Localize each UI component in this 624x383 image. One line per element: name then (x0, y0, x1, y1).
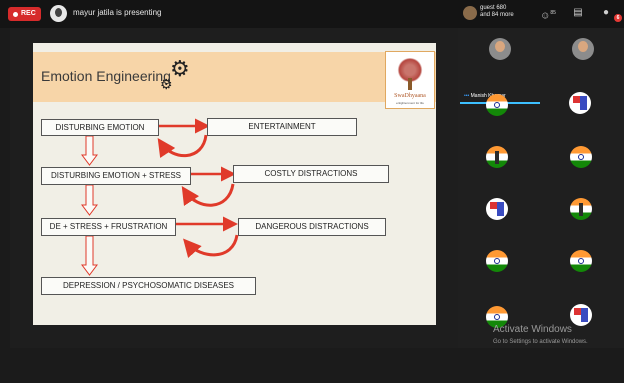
box-dangerous-distractions: DANGEROUS DISTRACTIONS (238, 218, 386, 236)
guest-more: and 84 more (480, 12, 514, 18)
box-de-stress: DISTURBING EMOTION + STRESS (41, 167, 191, 185)
rec-label: REC (21, 10, 36, 17)
chat-icon[interactable]: ▤ (570, 6, 586, 20)
box-depression: DEPRESSION / PSYCHOSOMATIC DISEASES (41, 277, 256, 295)
participant-avatar-7[interactable] (486, 198, 508, 220)
participant-summary[interactable]: guest 680 and 84 more (480, 5, 514, 19)
participant-avatar-5[interactable] (486, 146, 508, 168)
recording-indicator: REC (8, 7, 41, 21)
participant-avatar-10[interactable] (570, 250, 592, 272)
notification-badge: 6 (614, 14, 622, 22)
loop-back-3 (183, 234, 239, 258)
participant-avatar-8[interactable] (570, 198, 592, 220)
participant-video-manish[interactable] (489, 38, 511, 60)
guest-name: guest 680 (480, 5, 507, 11)
participant-avatar-4[interactable] (569, 92, 591, 114)
activation-watermark-text: Go to Settings to activate Windows. (493, 339, 588, 345)
presenter-avatar (50, 5, 67, 22)
participant-avatar-9[interactable] (486, 250, 508, 272)
presentation-slide: Emotion Engineering ⚙ ⚙ SwaDhyaana enlig… (33, 43, 436, 325)
participant-avatar-3[interactable] (486, 94, 508, 116)
participant-video-2[interactable] (572, 38, 594, 60)
record-dot-icon (13, 11, 18, 17)
down-arrow-2 (81, 184, 98, 216)
guest-avatar[interactable] (463, 6, 477, 20)
loop-back-1 (157, 134, 208, 158)
people-icon[interactable]: ☺85 (540, 6, 556, 21)
participants-panel: Manish Khemar (458, 28, 624, 348)
box-entertainment: ENTERTAINMENT (207, 118, 357, 136)
meeting-top-bar: REC mayur jatila is presenting guest 680… (0, 0, 624, 28)
participant-avatar-6[interactable] (570, 146, 592, 168)
people-count: 85 (550, 10, 556, 16)
loop-back-2 (181, 183, 235, 207)
participant-avatar-12[interactable] (570, 304, 592, 326)
box-de-stress-frustration: DE + STRESS + FRUSTRATION (41, 218, 176, 236)
profile-icon[interactable]: ● (598, 6, 614, 20)
box-costly-distractions: COSTLY DISTRACTIONS (233, 165, 389, 183)
activation-watermark-title: Activate Windows (493, 324, 572, 335)
down-arrow-1 (81, 135, 98, 166)
down-arrow-3 (81, 235, 98, 276)
presenter-status: mayur jatila is presenting (73, 8, 162, 17)
box-disturbing-emotion: DISTURBING EMOTION (41, 119, 159, 136)
